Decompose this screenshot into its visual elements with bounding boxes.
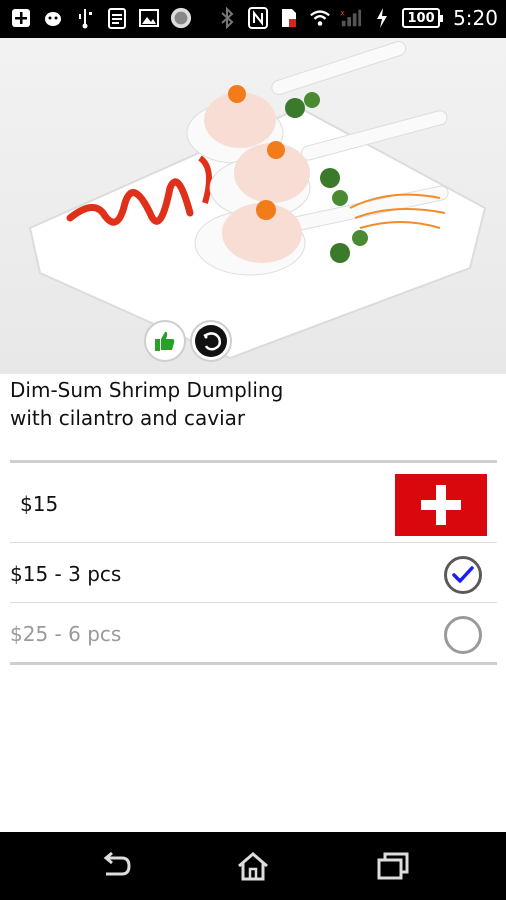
home-button[interactable] [228,848,278,884]
clock: 5:20 [453,6,498,30]
dish-photo [0,38,506,374]
signal-icon: x [340,6,362,30]
add-to-order-button[interactable] [395,474,487,536]
back-button[interactable] [90,848,140,884]
dish-title-line-2: with cilantro and caviar [10,406,246,430]
wifi-icon [309,6,331,30]
divider [10,542,497,543]
nfc-icon [247,6,269,30]
option-3-pcs[interactable]: $15 - 3 pcs [10,544,497,604]
shrimp-icon [190,320,232,362]
notification-icons [10,6,192,30]
option-6-pcs[interactable]: $25 - 6 pcs [10,604,497,664]
divider [10,662,497,665]
option-radio-selected[interactable] [444,556,482,594]
svg-text:x: x [340,7,345,17]
system-icons: x 100 5:20 [216,6,498,30]
plus-icon [421,485,461,525]
dish-badges [144,320,232,362]
price-row: $15 [10,472,497,542]
clipboard-icon [106,6,128,30]
image-icon [138,6,160,30]
animal-app-icon [42,6,64,30]
home-icon [238,852,268,881]
charging-icon [371,6,393,30]
add-notification-icon [10,6,32,30]
divider [10,602,497,603]
recents-icon [377,852,409,880]
back-icon [103,852,131,876]
app-logo-icon [170,6,192,30]
dish-title: Dim-Sum Shrimp Dumpling with cilantro an… [10,376,490,432]
battery-indicator: 100 [402,8,444,28]
option-label: $15 - 3 pcs [10,562,122,586]
checkmark-icon [452,566,474,583]
status-bar: x 100 5:20 [0,0,506,38]
option-label: $25 - 6 pcs [10,622,122,646]
navigation-bar [0,832,506,900]
thumbs-up-icon [144,320,186,362]
recents-button[interactable] [368,848,418,884]
sim-icon [278,6,300,30]
usb-icon [74,6,96,30]
divider [10,460,497,463]
option-radio-unselected[interactable] [444,616,482,654]
dish-title-line-1: Dim-Sum Shrimp Dumpling [10,378,284,402]
price-label: $15 [20,492,59,516]
bluetooth-icon [216,6,238,30]
